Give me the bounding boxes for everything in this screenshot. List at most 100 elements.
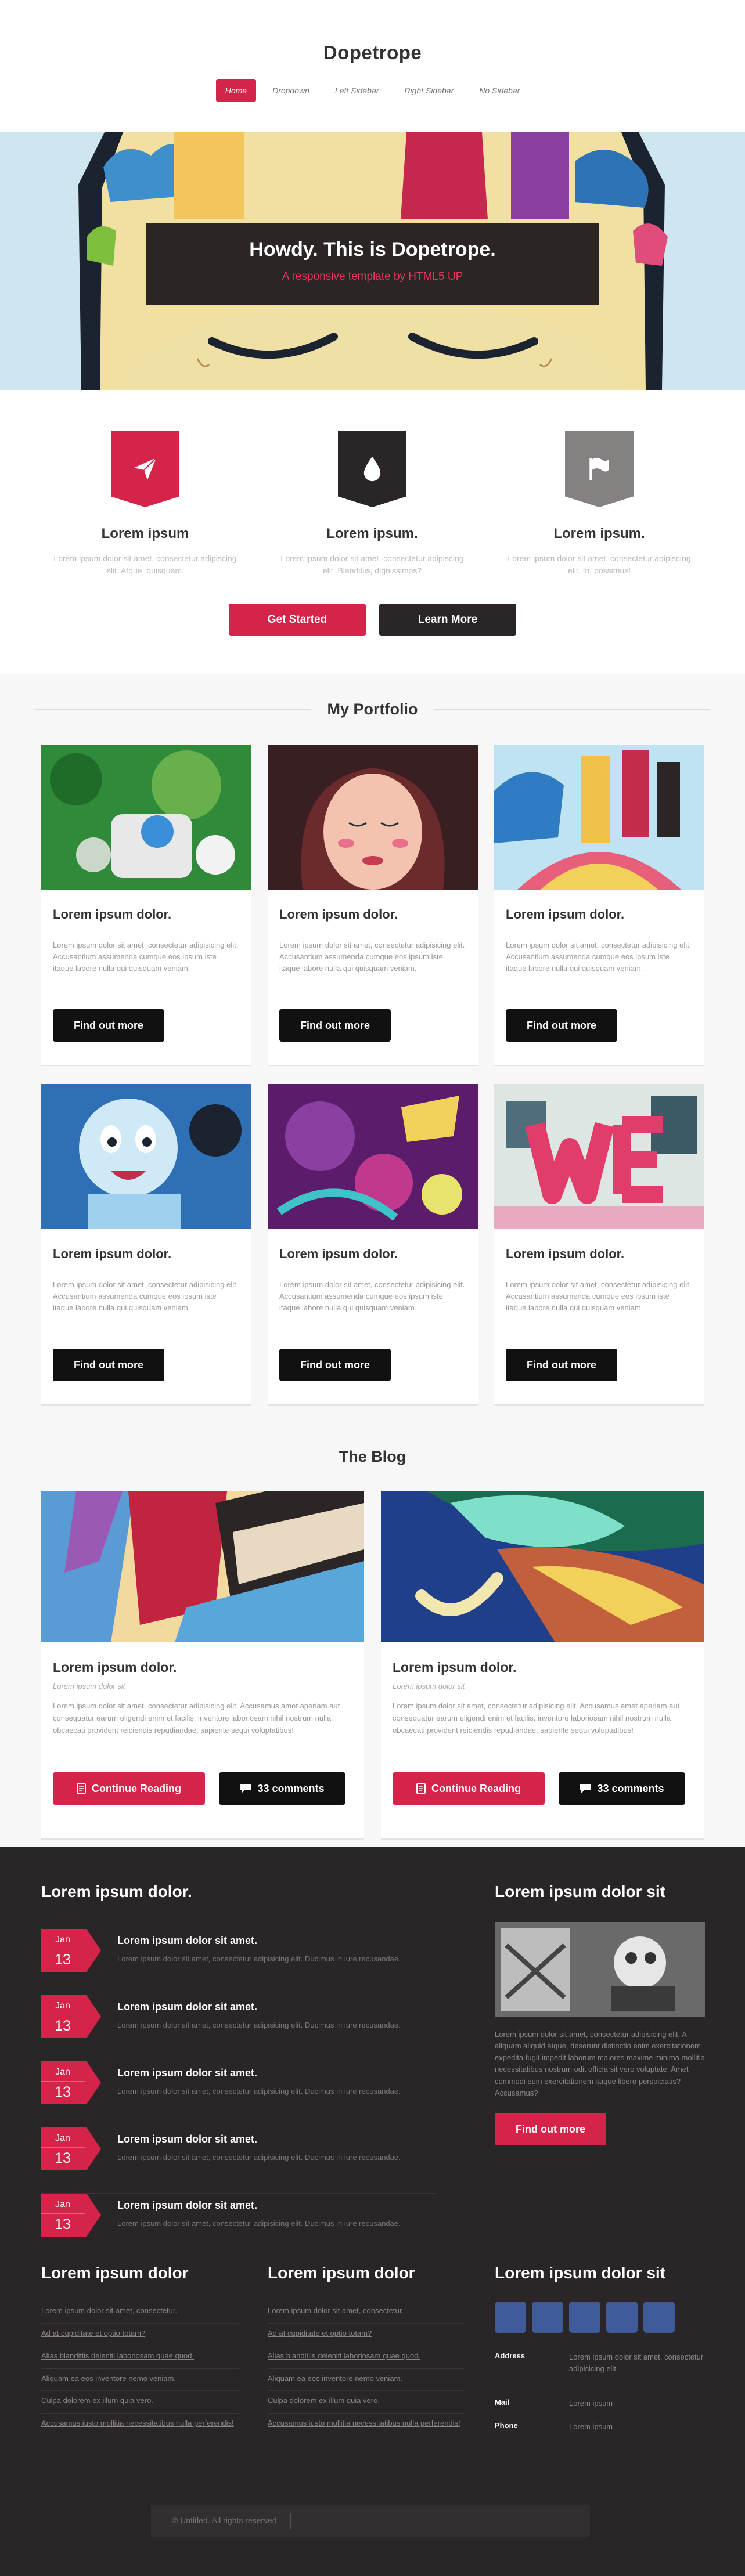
footer-link[interactable]: Ad at cupiditate et optio totam? — [41, 2324, 239, 2346]
news-item-text: Lorem ipsum dolor sit amet, consectetur … — [117, 1954, 401, 1963]
portfolio-title: My Portfolio — [311, 698, 434, 721]
card-text: Lorem ipsum dolor sit amet, consectetur … — [506, 1280, 692, 1313]
feature-text: Lorem ipsum dolor sit amet, consectetur … — [280, 554, 464, 575]
footer-link[interactable]: Culpa dolorem ex illum quia vero. — [268, 2391, 465, 2414]
sidebar-find-out-more-button[interactable]: Find out more — [495, 2113, 606, 2145]
sidebar-image[interactable] — [495, 1922, 705, 2017]
comments-button[interactable]: 33 comments — [559, 1772, 685, 1805]
news-item-title[interactable]: Lorem ipsum dolor sit amet. — [117, 1935, 257, 1947]
continue-reading-label: Continue Reading — [431, 1782, 521, 1794]
social-icon[interactable] — [606, 2302, 638, 2333]
get-started-button[interactable]: Get Started — [229, 604, 366, 636]
footer-link[interactable]: Culpa dolorem ex illum quia vero. — [41, 2391, 239, 2414]
hero-subtitle[interactable]: A responsive template by HTML5 UP — [146, 270, 599, 283]
learn-more-button[interactable]: Learn More — [379, 604, 516, 636]
news-item[interactable]: Jan 13 Lorem ipsum dolor sit amet. Lorem … — [41, 2127, 436, 2194]
footer-link[interactable]: Aliquam ea eos inventore nemo veniam. — [268, 2369, 465, 2391]
social-icon[interactable] — [569, 2302, 600, 2333]
card-title: Lorem ipsum dolor. — [506, 907, 625, 922]
portfolio-card-6: Lorem ipsum dolor. Lorem ipsum dolor sit… — [494, 1084, 704, 1404]
news-item-title[interactable]: Lorem ipsum dolor sit amet. — [117, 2067, 257, 2079]
post-image[interactable] — [381, 1491, 704, 1642]
card-title: Lorem ipsum dolor. — [53, 1247, 172, 1261]
footer-link[interactable]: Accusamus iusto mollitia necessitatibus … — [268, 2414, 465, 2436]
social-icon[interactable] — [532, 2302, 563, 2333]
card-text: Lorem ipsum dolor sit amet, consectetur … — [506, 941, 692, 973]
feature-title: Lorem ipsum. — [553, 526, 645, 541]
find-out-more-button[interactable]: Find out more — [279, 1349, 391, 1381]
footer-link[interactable]: Alias blanditiis deleniti laboriosam qua… — [41, 2346, 239, 2369]
continue-reading-button[interactable]: Continue Reading — [53, 1772, 205, 1805]
card-title: Lorem ipsum dolor. — [506, 1247, 625, 1261]
hero-title: Howdy. This is Dopetrope. — [249, 239, 496, 261]
find-out-more-button[interactable]: Find out more — [506, 1349, 617, 1381]
portfolio-card-4: Lorem ipsum dolor. Lorem ipsum dolor sit… — [41, 1084, 251, 1404]
nav-right-sidebar[interactable]: Right Sidebar — [395, 79, 463, 102]
portfolio-card-5: Lorem ipsum dolor. Lorem ipsum dolor sit… — [268, 1084, 478, 1404]
card-title: Lorem ipsum dolor. — [279, 907, 398, 922]
footer-link[interactable]: Alias blanditiis deleniti laboriosam qua… — [268, 2346, 465, 2369]
portfolio-image[interactable] — [268, 745, 478, 890]
date-badge: Jan 13 — [41, 2127, 101, 2170]
continue-reading-button[interactable]: Continue Reading — [393, 1772, 545, 1805]
find-out-more-button[interactable]: Find out more — [53, 1009, 164, 1042]
post-subtitle: Lorem ipsum dolor sit — [393, 1682, 465, 1690]
news-item[interactable]: Jan 13 Lorem ipsum dolor sit amet. Lorem … — [41, 1995, 436, 2061]
nav-dropdown[interactable]: Dropdown — [263, 79, 319, 102]
date-badge: Jan 13 — [41, 1929, 101, 1972]
main-nav: Home Dropdown Left Sidebar Right Sidebar… — [0, 79, 745, 102]
social-icon[interactable] — [495, 2302, 526, 2333]
social-icon[interactable] — [643, 2302, 675, 2333]
news-item[interactable]: Jan 13 Lorem ipsum dolor sit amet. Lorem … — [41, 2194, 436, 2260]
site-header: Dopetrope Home Dropdown Left Sidebar Rig… — [0, 0, 745, 132]
blog-post-1: Lorem ipsum dolor. Lorem ipsum dolor sit… — [41, 1491, 364, 1838]
portfolio-card-2: Lorem ipsum dolor. Lorem ipsum dolor sit… — [268, 745, 478, 1065]
portfolio-image[interactable] — [41, 1084, 251, 1229]
feature-title: Lorem ipsum — [101, 526, 189, 541]
news-item[interactable]: Jan 13 Lorem ipsum dolor sit amet. Lorem … — [41, 2061, 436, 2127]
news-item-title[interactable]: Lorem ipsum dolor sit amet. — [117, 2001, 257, 2013]
card-text: Lorem ipsum dolor sit amet, consectetur … — [53, 1280, 239, 1313]
news-item-title[interactable]: Lorem ipsum dolor sit amet. — [117, 2133, 257, 2145]
contact-value: Lorem ipsum dolor sit amet, consectetur … — [569, 2353, 704, 2373]
nav-no-sidebar[interactable]: No Sidebar — [470, 79, 529, 102]
news-title: Lorem ipsum dolor. — [41, 1883, 192, 1901]
comments-label: 33 comments — [597, 1782, 664, 1794]
news-item-title[interactable]: Lorem ipsum dolor sit amet. — [117, 2199, 257, 2212]
find-out-more-button[interactable]: Find out more — [279, 1009, 391, 1042]
footer-link[interactable]: Accusamus iusto mollitia necessitatibus … — [41, 2414, 239, 2436]
portfolio-image[interactable] — [268, 1084, 478, 1229]
comments-button[interactable]: 33 comments — [219, 1772, 345, 1805]
nav-home[interactable]: Home — [215, 79, 257, 102]
document-icon — [416, 1783, 426, 1794]
card-text: Lorem ipsum dolor sit amet, consectetur … — [53, 941, 239, 973]
footer-link[interactable]: Aliquam ea eos inventore nemo veniam. — [41, 2369, 239, 2391]
flag-icon — [565, 431, 634, 507]
portfolio-image[interactable] — [494, 745, 704, 890]
post-image[interactable] — [41, 1491, 364, 1642]
news-item[interactable]: Jan 13 Lorem ipsum dolor sit amet. Lorem … — [41, 1929, 436, 1995]
find-out-more-button[interactable]: Find out more — [506, 1009, 617, 1042]
contact-title: Lorem ipsum dolor sit — [495, 2264, 666, 2282]
nav-left-sidebar[interactable]: Left Sidebar — [326, 79, 388, 102]
drop-icon — [338, 431, 406, 507]
feature-3: Lorem ipsum. Lorem ipsum dolor sit amet,… — [501, 431, 698, 577]
continue-reading-label: Continue Reading — [92, 1782, 181, 1794]
divider — [290, 2513, 291, 2529]
site-logo[interactable]: Dopetrope — [0, 42, 745, 64]
news-item-text: Lorem ipsum dolor sit amet, consectetur … — [117, 2087, 401, 2096]
feature-text: Lorem ipsum dolor sit amet, consectetur … — [508, 554, 691, 575]
contact-value[interactable]: Lorem ipsum — [569, 2398, 714, 2409]
portfolio-image[interactable] — [41, 745, 251, 890]
comments-label: 33 comments — [257, 1782, 325, 1794]
footer-link[interactable]: Ad at cupiditate et optio totam? — [268, 2324, 465, 2346]
footer-link[interactable]: Lorem ipsum dolor sit amet, consectetur. — [268, 2301, 465, 2324]
footer-link[interactable]: Lorem ipsum dolor sit amet, consectetur. — [41, 2301, 239, 2324]
contact-label: Phone — [495, 2421, 518, 2430]
comment-icon — [240, 1784, 251, 1793]
feature-1: Lorem ipsum Lorem ipsum dolor sit amet, … — [46, 431, 244, 577]
portfolio-image[interactable] — [494, 1084, 704, 1229]
date-badge: Jan 13 — [41, 2061, 101, 2104]
find-out-more-button[interactable]: Find out more — [53, 1349, 164, 1381]
copyright-text: © Untitled. All rights reserved. — [172, 2516, 279, 2525]
